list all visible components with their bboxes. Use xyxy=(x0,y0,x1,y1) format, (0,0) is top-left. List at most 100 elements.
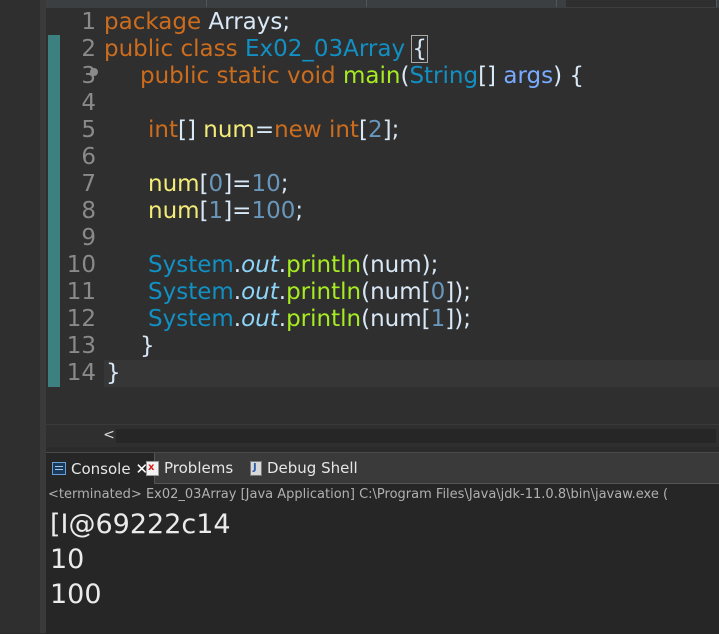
arguments-close: ]); xyxy=(445,279,471,305)
line-number: 10 xyxy=(66,252,96,278)
code-editor[interactable]: 1 2 3 4 5 6 7 8 9 10 11 12 13 14 package… xyxy=(46,8,719,424)
editor-tab[interactable] xyxy=(216,0,367,7)
variable-name: num xyxy=(203,117,255,143)
bracket: [ xyxy=(199,171,209,197)
dot: . xyxy=(278,306,287,332)
tab-debug-shell-label: Debug Shell xyxy=(267,459,358,477)
scrollbar-track[interactable] xyxy=(116,429,716,443)
number-literal: 0 xyxy=(208,171,224,197)
type-name: String xyxy=(409,63,479,89)
keyword: static xyxy=(216,63,280,89)
semicolon: ; xyxy=(295,198,304,224)
line-number: 11 xyxy=(66,279,96,305)
class-name: System xyxy=(148,279,234,305)
tab-console[interactable]: Console ✕ xyxy=(46,453,156,484)
console-icon xyxy=(52,462,66,475)
class-name: System xyxy=(148,306,234,332)
line-number: 2 xyxy=(81,36,96,62)
code-line-2: public class Ex02_03Array { xyxy=(104,35,428,63)
keyword: int xyxy=(328,117,359,143)
closing-brace: } xyxy=(106,360,121,386)
line-number: 7 xyxy=(81,171,96,197)
line-number: 1 xyxy=(81,9,96,35)
code-line-14: } xyxy=(106,360,121,387)
line-number: 6 xyxy=(81,144,96,170)
arguments: (num); xyxy=(361,252,439,278)
tab-debug-shell[interactable]: Debug Shell xyxy=(250,453,358,483)
package-name: Arrays; xyxy=(201,9,291,35)
method-name: main xyxy=(342,63,401,89)
line-number: 14 xyxy=(66,360,96,386)
method-name: println xyxy=(286,306,362,332)
keyword: class xyxy=(180,36,238,62)
parameter-name: args xyxy=(503,63,554,89)
console-panel: Console ✕ Problems Debug Shell <terminat… xyxy=(46,452,719,634)
code-line-3: public static void main(String[] args) { xyxy=(140,63,584,90)
tab-problems[interactable]: Problems xyxy=(146,453,233,483)
keyword: int xyxy=(148,117,178,143)
number-literal: 1 xyxy=(208,198,224,224)
static-field: out xyxy=(241,279,279,305)
fold-collapse-icon[interactable] xyxy=(90,68,98,76)
code-line-13: } xyxy=(140,333,155,360)
keyword: package xyxy=(104,9,202,35)
scroll-left-icon[interactable]: < xyxy=(102,425,116,447)
workbench-left-strip xyxy=(0,0,41,633)
output-line: 10 xyxy=(50,544,85,575)
number-literal: 2 xyxy=(367,117,383,143)
line-number: 12 xyxy=(66,306,96,332)
dot: . xyxy=(278,252,287,278)
editor-tab[interactable] xyxy=(56,0,207,7)
semicolon: ; xyxy=(280,171,289,197)
closing-brace: } xyxy=(140,333,155,359)
number-literal: 10 xyxy=(251,171,281,197)
number-literal: 1 xyxy=(430,306,446,332)
keyword: new xyxy=(274,117,322,143)
method-name: println xyxy=(286,252,362,278)
array-brackets: [] xyxy=(178,117,196,143)
static-field: out xyxy=(241,306,279,332)
code-line-8: num[1]=100; xyxy=(148,198,303,225)
tab-problems-label: Problems xyxy=(164,459,234,477)
dot: . xyxy=(233,306,242,332)
line-number: 13 xyxy=(66,333,96,359)
line-number-gutter: 1 2 3 4 5 6 7 8 9 10 11 12 13 14 xyxy=(64,8,104,424)
line-number: 9 xyxy=(81,225,96,251)
line-number: 8 xyxy=(81,198,96,224)
keyword: public xyxy=(104,36,174,62)
line-number: 4 xyxy=(81,90,96,116)
matching-brace: { xyxy=(411,35,428,63)
bracket-operator: ]= xyxy=(223,198,252,224)
view-tab-bar: Console ✕ Problems Debug Shell xyxy=(46,453,719,484)
console-status-text: <terminated> Ex02_03Array [Java Applicat… xyxy=(48,487,669,502)
code-line-11: System.out.println(num[0]); xyxy=(148,279,471,306)
line-number: 5 xyxy=(81,117,96,143)
keyword: public xyxy=(140,63,210,89)
console-output[interactable]: [I@69222c14 10 100 xyxy=(50,507,710,612)
number-literal: 100 xyxy=(251,198,296,224)
editor-tab[interactable] xyxy=(376,0,557,7)
static-field: out xyxy=(241,252,279,278)
code-line-10: System.out.println(num); xyxy=(148,252,438,279)
output-line: [I@69222c14 xyxy=(50,509,231,540)
output-line: 100 xyxy=(50,579,102,610)
bracket: ]; xyxy=(382,117,400,143)
current-line-highlight xyxy=(104,360,719,387)
bracket-operator: ]= xyxy=(223,171,252,197)
arguments: (num[ xyxy=(361,306,431,332)
class-name: System xyxy=(148,252,234,278)
paren-brace: ) { xyxy=(553,63,584,89)
horizontal-scrollbar[interactable]: < xyxy=(46,424,719,447)
debug-shell-icon xyxy=(250,460,262,476)
dot: . xyxy=(233,252,242,278)
method-name: println xyxy=(286,279,362,305)
number-literal: 0 xyxy=(430,279,446,305)
arguments-close: ]); xyxy=(445,306,471,332)
code-text-area[interactable]: package Arrays; public class Ex02_03Arra… xyxy=(104,8,719,424)
bracket: [ xyxy=(358,117,368,143)
bracket: [ xyxy=(199,198,209,224)
class-name: Ex02_03Array xyxy=(244,36,406,62)
code-line-1: package Arrays; xyxy=(104,9,290,36)
dot: . xyxy=(233,279,242,305)
editor-tab-active[interactable] xyxy=(566,0,717,7)
